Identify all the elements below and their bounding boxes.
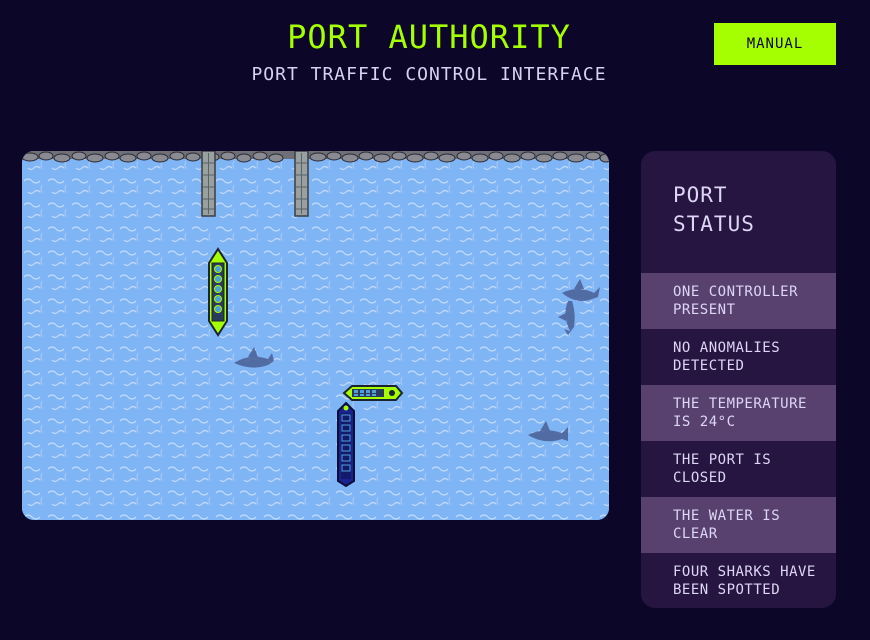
status-item-temperature: THE TEMPERATURE IS 24°C xyxy=(641,385,836,441)
manual-mode-button[interactable]: MANUAL xyxy=(714,23,836,65)
port-map[interactable] xyxy=(22,151,609,520)
status-item-controller: ONE CONTROLLER PRESENT xyxy=(641,273,836,329)
navy-cargo-ship[interactable] xyxy=(337,401,355,488)
green-tug-ship[interactable] xyxy=(342,385,404,401)
port-map-canvas[interactable] xyxy=(22,151,609,520)
dock-1[interactable] xyxy=(201,151,216,217)
water xyxy=(22,151,609,520)
dock-2[interactable] xyxy=(294,151,309,217)
status-item-anomalies: NO ANOMALIES DETECTED xyxy=(641,329,836,385)
header: PORT AUTHORITY PORT TRAFFIC CONTROL INTE… xyxy=(0,0,870,110)
status-item-water: THE WATER IS CLEAR xyxy=(641,497,836,553)
status-item-port-state: THE PORT IS CLOSED xyxy=(641,441,836,497)
port-status-title: PORT STATUS xyxy=(673,183,755,236)
status-item-sharks: FOUR SHARKS HAVE BEEN SPOTTED xyxy=(641,553,836,608)
green-cargo-ship[interactable] xyxy=(208,247,228,337)
page-subtitle: PORT TRAFFIC CONTROL INTERFACE xyxy=(251,64,607,85)
port-status-panel: PORT STATUS ONE CONTROLLER PRESENT NO AN… xyxy=(641,151,836,608)
